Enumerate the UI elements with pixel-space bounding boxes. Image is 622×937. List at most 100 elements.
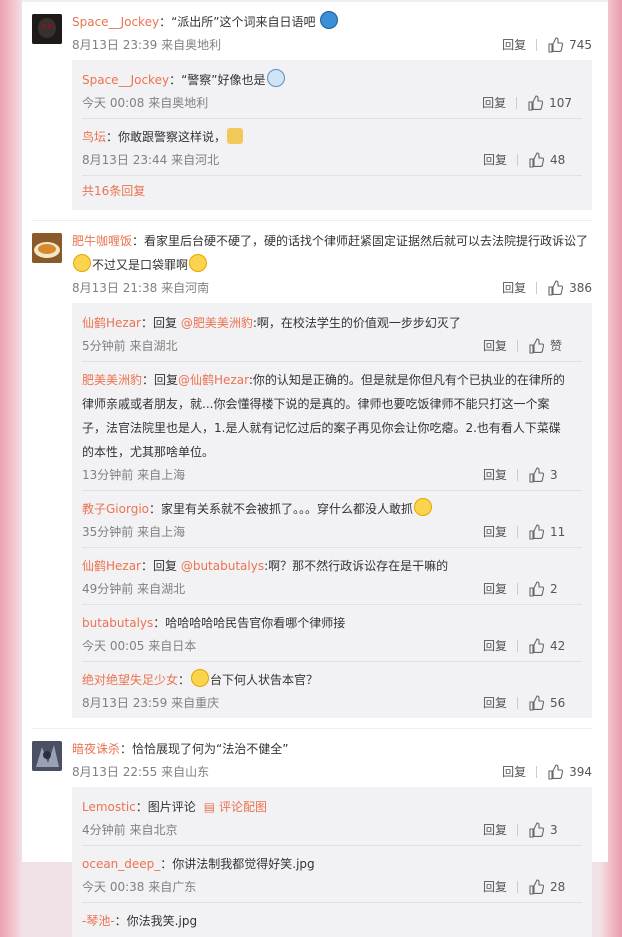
comment-meta: 8月13日 21:38 来自河南 回复 386 bbox=[72, 277, 608, 299]
reply-button[interactable]: 回复 bbox=[483, 464, 507, 486]
username[interactable]: Space__Jockey bbox=[72, 15, 159, 29]
doge-emoji-icon bbox=[227, 128, 244, 144]
thumbs-up-icon[interactable] bbox=[547, 37, 564, 53]
thumbs-up-icon[interactable] bbox=[528, 338, 544, 354]
reply-button[interactable]: 回复 bbox=[482, 92, 506, 114]
reply-body: ：家里有关系就不会被抓了。。。穿什么都没人敢抓 bbox=[149, 502, 414, 516]
like-count: 11 bbox=[550, 525, 566, 539]
username[interactable]: 暗夜诛杀 bbox=[72, 742, 120, 756]
separator bbox=[517, 154, 518, 166]
thumbs-up-icon[interactable] bbox=[528, 152, 544, 168]
timestamp: 今天 00:38 来自广东 bbox=[82, 880, 197, 894]
thumbs-up-icon[interactable] bbox=[547, 280, 564, 296]
like-count: 745 bbox=[569, 38, 592, 52]
reply-button[interactable]: 回复 bbox=[483, 521, 507, 543]
username[interactable]: 肥美美洲豹 bbox=[82, 373, 142, 387]
reply-body-cont: 台下何人状告本官？ bbox=[210, 673, 319, 687]
like-count: 48 bbox=[550, 153, 566, 167]
reply-item: 教子Giorgio：家里有关系就不会被抓了。。。穿什么都没人敢抓 35分钟前 来… bbox=[82, 491, 582, 548]
like-count: 386 bbox=[569, 281, 592, 295]
reply-button[interactable]: 回复 bbox=[483, 335, 507, 357]
comment-body: ：“派出所”这个词来自日语吧 bbox=[159, 15, 316, 29]
reply-item: 仙鹤Hezar：回复 @butabutalys:啊？那不然行政诉讼存在是干嘛的 … bbox=[82, 548, 582, 605]
username[interactable]: 绝对绝望失足少女 bbox=[82, 673, 178, 687]
reply-button[interactable]: 回复 bbox=[483, 578, 507, 600]
separator bbox=[517, 640, 518, 652]
reply-body: :啊？那不然行政诉讼存在是干嘛的 bbox=[264, 559, 449, 573]
username[interactable]: 肥牛咖喱饭 bbox=[72, 234, 132, 248]
reply-button[interactable]: 回复 bbox=[483, 149, 507, 171]
timestamp: 8月13日 21:38 来自河南 bbox=[72, 281, 210, 295]
reply-button[interactable]: 回复 bbox=[502, 34, 526, 56]
reply-button[interactable]: 回复 bbox=[483, 876, 507, 898]
avatar[interactable] bbox=[32, 14, 62, 44]
comment-thread: 暗夜诛杀：恰恰展现了何为“法治不健全” 8月13日 22:55 来自山东 回复 … bbox=[22, 729, 608, 937]
reply-item: butabutalys：哈哈哈哈哈民告官你看哪个律师接 今天 00:05 来自日… bbox=[82, 605, 582, 662]
comment-meta: 8月13日 23:39 来自奥地利 回复 745 bbox=[72, 34, 608, 56]
reply-item: 绝对绝望失足少女： 台下何人状告本官？ 8月13日 23:59 来自重庆 回复 56 bbox=[82, 662, 582, 714]
separator bbox=[536, 39, 538, 51]
reply-button[interactable]: 回复 bbox=[483, 819, 507, 841]
username[interactable]: 仙鹤Hezar bbox=[82, 559, 141, 573]
like-count: 42 bbox=[550, 639, 566, 653]
laugh-emoji-icon bbox=[414, 498, 433, 516]
laugh-cry-emoji-icon bbox=[189, 254, 208, 272]
comment-text: 暗夜诛杀：恰恰展现了何为“法治不健全” bbox=[72, 737, 592, 761]
avatar[interactable] bbox=[32, 233, 62, 263]
timestamp: 8月13日 23:44 来自河北 bbox=[82, 153, 220, 167]
image-comment-link[interactable]: 评论配图 bbox=[219, 800, 267, 814]
reply-item: 鸟坛：你敢跟警察这样说， 8月13日 23:44 来自河北 回复 48 bbox=[82, 119, 582, 176]
divider bbox=[82, 175, 582, 176]
thumbs-up-icon[interactable] bbox=[547, 764, 564, 780]
reply-button[interactable]: 回复 bbox=[502, 761, 526, 783]
thumbs-up-icon[interactable] bbox=[528, 822, 544, 838]
avatar[interactable] bbox=[32, 741, 62, 771]
reply-prefix: ：回复 bbox=[141, 316, 181, 330]
comment-meta: 8月13日 22:55 来自山东 回复 394 bbox=[72, 761, 608, 783]
thumbs-up-icon[interactable] bbox=[528, 524, 544, 540]
more-replies-link[interactable]: 共16条回复 bbox=[82, 176, 582, 206]
username[interactable]: 鸟坛 bbox=[82, 130, 106, 144]
reply-body: ：你讲法制我都觉得好笑.jpg bbox=[160, 857, 315, 871]
like-count: 394 bbox=[569, 765, 592, 779]
thumbs-up-icon[interactable] bbox=[527, 95, 544, 111]
comment-body: ：恰恰展现了何为“法治不健全” bbox=[120, 742, 289, 756]
timestamp: 35分钟前 来自上海 bbox=[82, 525, 186, 539]
thumbs-up-icon[interactable] bbox=[528, 638, 544, 654]
username[interactable]: 教子Giorgio bbox=[82, 502, 149, 516]
reply-body: ：“警察”好像也是 bbox=[169, 73, 266, 87]
timestamp: 8月13日 23:39 来自奥地利 bbox=[72, 38, 222, 52]
thumbs-up-icon[interactable] bbox=[528, 879, 544, 895]
reply-button[interactable]: 回复 bbox=[483, 692, 507, 714]
thumbs-up-icon[interactable] bbox=[528, 581, 544, 597]
reply-button[interactable]: 回复 bbox=[483, 635, 507, 657]
like-count: 3 bbox=[550, 823, 558, 837]
username[interactable]: -琴池- bbox=[82, 914, 115, 928]
username[interactable]: Space__Jockey bbox=[82, 73, 169, 87]
thumbs-up-icon[interactable] bbox=[528, 467, 544, 483]
image-icon[interactable]: ▤ bbox=[204, 800, 215, 814]
reply-item: Space__Jockey：“警察”好像也是 今天 00:08 来自奥地利 回复… bbox=[82, 62, 582, 119]
reply-button[interactable]: 回复 bbox=[502, 277, 526, 299]
comment-text: Space__Jockey：“派出所”这个词来自日语吧 bbox=[72, 10, 592, 34]
mention-link[interactable]: @仙鹤Hezar bbox=[178, 373, 249, 387]
separator bbox=[516, 97, 518, 109]
reply-body: :啊，在校法学生的价值观一步步幻灭了 bbox=[252, 316, 461, 330]
reply-list: Lemostic：图片评论 ▤ 评论配图 4分钟前 来自北京 回复 3 ocean_… bbox=[72, 787, 592, 937]
username[interactable]: Lemostic bbox=[82, 800, 136, 814]
username[interactable]: butabutalys bbox=[82, 616, 153, 630]
smile-emoji-icon bbox=[73, 254, 91, 272]
mention-link[interactable]: @butabutalys bbox=[181, 559, 264, 573]
timestamp: 13分钟前 来自上海 bbox=[82, 468, 186, 482]
official-emoji-icon bbox=[191, 669, 210, 687]
reply-item: Lemostic：图片评论 ▤ 评论配图 4分钟前 来自北京 回复 3 bbox=[82, 789, 582, 846]
username[interactable]: 仙鹤Hezar bbox=[82, 316, 141, 330]
timestamp: 4分钟前 来自北京 bbox=[82, 823, 178, 837]
thumbs-up-icon[interactable] bbox=[528, 695, 544, 711]
reply-item: 肥美美洲豹：回复@仙鹤Hezar:你的认知是正确的。但是就是你但凡有个已执业的在… bbox=[82, 362, 582, 491]
reply-body: ：图片评论 bbox=[135, 800, 196, 814]
username[interactable]: ocean_deep_ bbox=[82, 857, 160, 871]
comment-panel: Space__Jockey：“派出所”这个词来自日语吧 8月13日 23:39 … bbox=[22, 0, 608, 937]
mention-link[interactable]: @肥美美洲豹 bbox=[181, 316, 253, 330]
comment-body: ：看家里后台硬不硬了，硬的话找个律师赶紧固定证据然后就可以去法院提行政诉讼了 bbox=[132, 234, 589, 248]
